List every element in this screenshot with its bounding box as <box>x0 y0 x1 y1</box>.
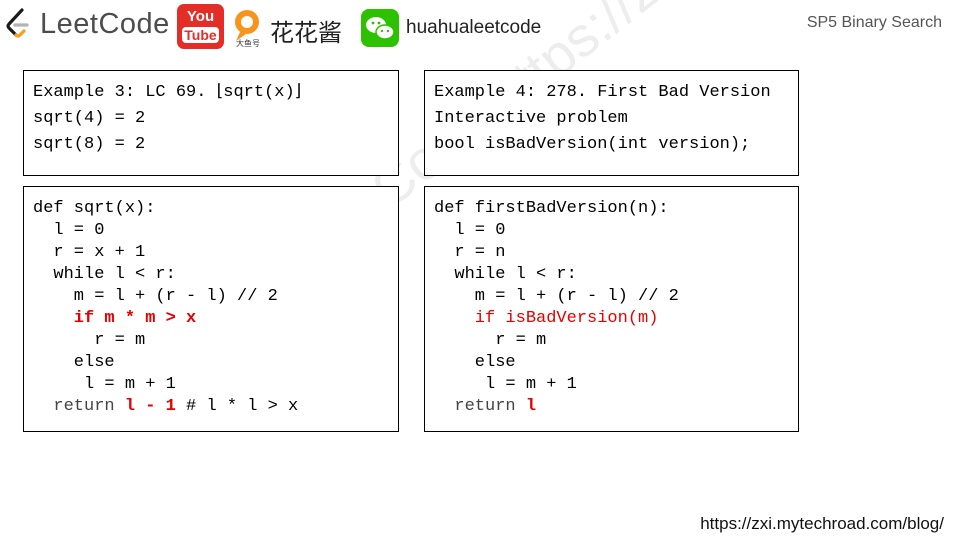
example3-line: sqrt(4) = 2 <box>33 109 146 128</box>
code-line-return: return l - 1 # l * l > x <box>33 396 298 418</box>
return-keyword: return <box>33 397 125 416</box>
return-value-highlight: l - 1 <box>124 397 176 416</box>
return-comment: # l * l > x <box>175 397 299 416</box>
code-line: l = m + 1 <box>33 375 176 394</box>
code-line: r = m <box>33 331 146 350</box>
code-line: while l < r: <box>434 265 577 284</box>
douyu-caption: 大鱼号 <box>236 39 260 48</box>
leetcode-logo-icon <box>6 8 29 38</box>
code-line: l = 0 <box>33 221 105 240</box>
example3-line: sqrt(8) = 2 <box>33 135 146 154</box>
code-line: m = l + (r - l) // 2 <box>33 287 278 306</box>
example4-description-box: Example 4: 278. First Bad Version Intera… <box>424 70 799 176</box>
footer-url[interactable]: https://zxi.mytechroad.com/blog/ <box>700 514 944 534</box>
wechat-id: huahualeetcode <box>406 17 542 38</box>
code-line: r = x + 1 <box>33 243 146 262</box>
return-keyword: return <box>434 397 526 416</box>
code-line: else <box>33 353 115 372</box>
header: LeetCode You Tube 大鱼号 花花酱 huahualeetcode… <box>0 0 960 56</box>
youtube-you-text: You <box>186 8 215 25</box>
example4-line: bool isBadVersion(int version); <box>434 135 751 154</box>
return-value-highlight: l <box>525 397 537 416</box>
code-line-highlight: if m * m > x <box>33 309 197 328</box>
example4-line: Interactive problem <box>434 109 628 128</box>
code-line: r = m <box>434 331 547 350</box>
code-line: l = m + 1 <box>434 375 577 394</box>
leetcode-logo-text: LeetCode <box>40 8 170 40</box>
code-line: l = 0 <box>434 221 506 240</box>
code-line: while l < r: <box>33 265 176 284</box>
sqrt-code-box: def sqrt(x): l = 0 r = x + 1 while l < r… <box>23 186 399 432</box>
code-line: m = l + (r - l) // 2 <box>434 287 679 306</box>
section-title: SP5 Binary Search <box>806 14 942 31</box>
code-line: else <box>434 353 516 372</box>
example4-title: Example 4: 278. First Bad Version <box>434 83 771 102</box>
code-line: def firstBadVersion(n): <box>434 199 669 218</box>
first-bad-version-code-box: def firstBadVersion(n): l = 0 r = n whil… <box>424 186 799 432</box>
example3-title: Example 3: LC 69. ⌊sqrt(x)⌋ <box>33 83 302 102</box>
wechat-icon <box>361 9 399 47</box>
code-line: def sqrt(x): <box>33 199 156 218</box>
code-line-highlight: if isBadVersion(m) <box>434 309 659 328</box>
youtube-tube-text: Tube <box>182 27 219 43</box>
youtube-logo: You Tube <box>177 4 224 49</box>
channel-name: 花花酱 <box>270 20 342 47</box>
example3-description-box: Example 3: LC 69. ⌊sqrt(x)⌋ sqrt(4) = 2 … <box>23 70 399 176</box>
code-line-return: return l <box>434 396 536 418</box>
code-line: r = n <box>434 243 506 262</box>
